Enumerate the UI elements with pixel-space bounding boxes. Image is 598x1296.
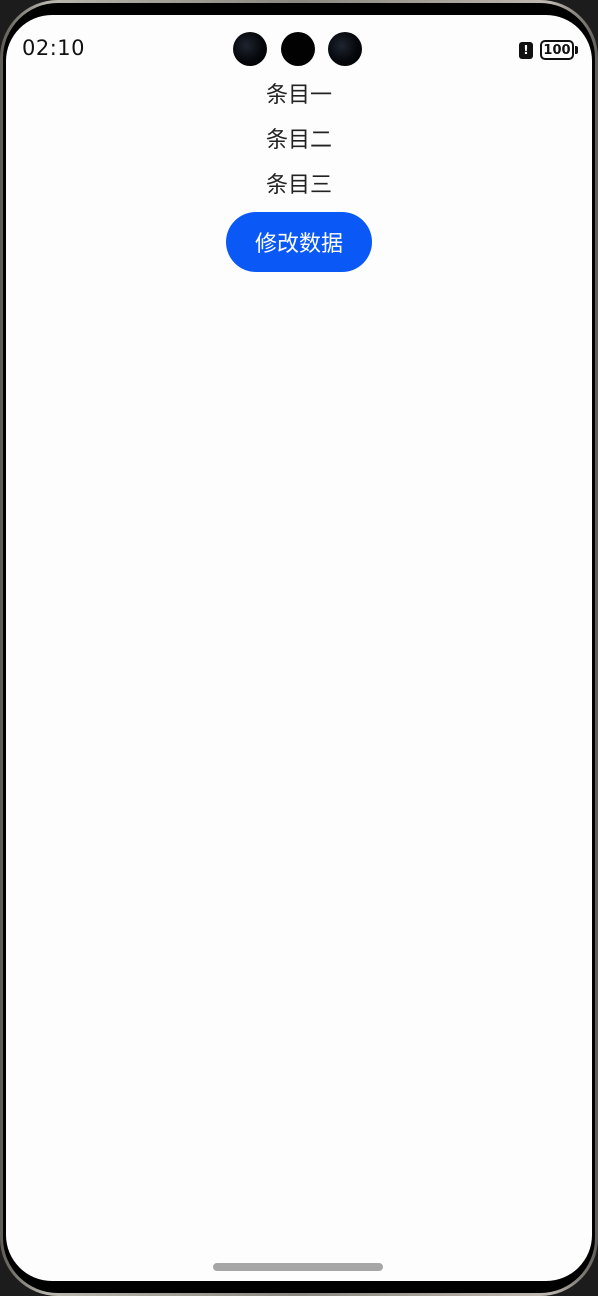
list-item: 条目二: [265, 128, 332, 153]
list-item: 条目一: [265, 83, 332, 108]
status-icons: ! 100: [519, 40, 578, 60]
list-item: 条目三: [265, 173, 332, 198]
status-bar: 02:10 ! 100: [6, 15, 592, 77]
alert-icon: !: [519, 41, 533, 59]
status-time: 02:10: [22, 36, 86, 60]
camera-cutout: [233, 32, 363, 66]
battery-icon: 100: [540, 40, 578, 60]
camera-lens-icon: [328, 32, 362, 66]
battery-tip: [575, 46, 578, 54]
camera-lens-icon: [233, 32, 267, 66]
home-indicator[interactable]: [213, 1263, 383, 1271]
modify-data-button[interactable]: 修改数据: [226, 212, 372, 272]
phone-screen: 02:10 ! 100 条目一 条目二 条目三 修改数据: [6, 15, 592, 1281]
main-content: 条目一 条目二 条目三 修改数据: [6, 77, 592, 272]
camera-sensor-icon: [281, 32, 315, 66]
battery-level: 100: [543, 42, 571, 58]
